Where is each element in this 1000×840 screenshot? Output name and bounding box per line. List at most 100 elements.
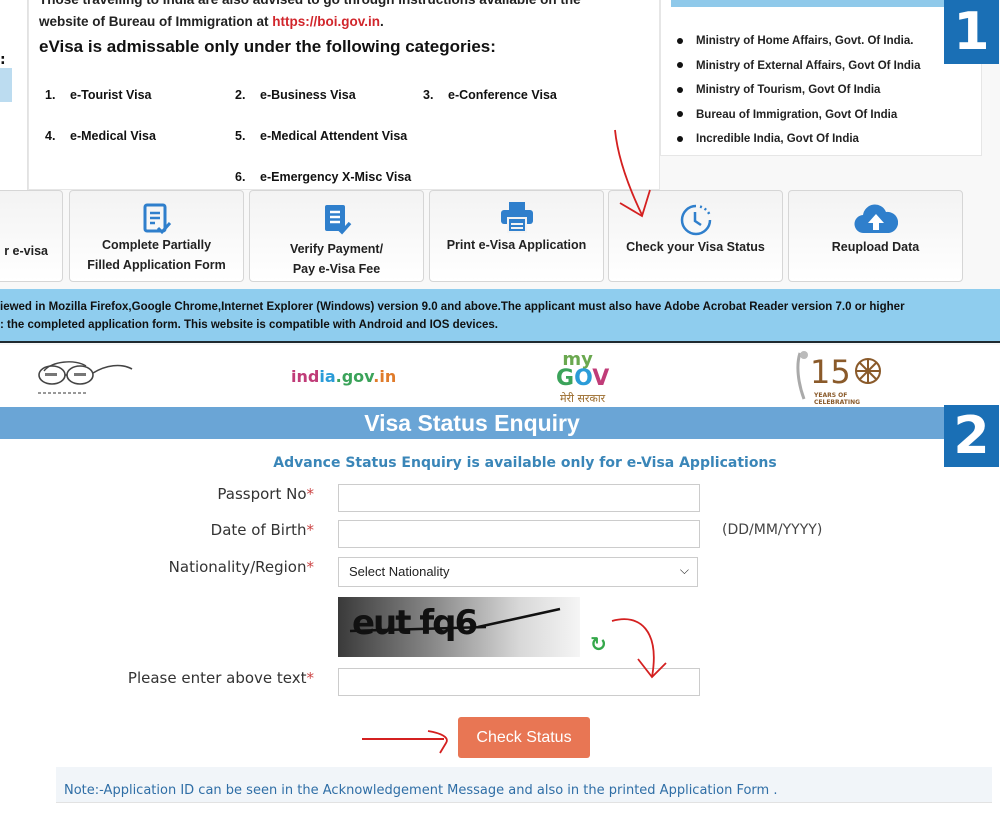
enquiry-subtitle: Advance Status Enquiry is available only… <box>273 455 777 471</box>
tile-label-line-1: Verify Payment/ <box>289 242 384 256</box>
clock-icon <box>609 203 782 237</box>
tile-apply-evisa[interactable]: r e-visa <box>0 190 63 282</box>
compat-text: iewed in Mozilla Firefox,Google Chrome,I… <box>0 298 990 334</box>
visa-status-enquiry-section: india.gov.in my GOV मेरी सरकार 15 YEARS O… <box>0 345 1000 840</box>
tile-label: Complete Partially Filled Application For… <box>74 235 239 275</box>
service-tiles: r e-visa Complete Partially Filled Applic… <box>0 190 1000 283</box>
related-link[interactable]: Ministry of Tourism, Govt Of India <box>677 84 921 109</box>
evisa-info-panel: Those travelling to India are also advis… <box>28 0 660 190</box>
tile-check-visa-status[interactable]: Check your Visa Status <box>608 190 783 282</box>
dob-label: Date of Birth* <box>211 521 314 539</box>
svg-text:CELEBRATING: CELEBRATING <box>814 399 860 405</box>
related-link[interactable]: Bureau of Immigration, Govt Of India <box>677 109 921 134</box>
captcha-input[interactable] <box>338 668 700 696</box>
tile-label: Check your Visa Status <box>626 240 765 254</box>
category-number: 3. <box>423 88 434 102</box>
step-badge-2: 2 <box>944 405 999 467</box>
bullet-icon <box>677 135 683 142</box>
application-id-note: Note:-Application ID can be seen in the … <box>56 767 992 803</box>
note-text: Note:-Application ID can be seen in the … <box>64 783 778 798</box>
required-mark: * <box>306 521 315 539</box>
related-link[interactable]: Incredible India, Govt Of India <box>677 133 921 158</box>
tile-label-line-2: Pay e-Visa Fee <box>292 262 381 276</box>
intro-line-1: Those travelling to India are also advis… <box>39 0 659 11</box>
related-link-label: Ministry of Tourism, Govt Of India <box>696 84 881 96</box>
category-number: 1. <box>45 88 56 102</box>
document-check-icon <box>70 203 243 237</box>
tile-label: Verify Payment/Pay e-Visa Fee <box>254 239 419 279</box>
category-label: e-Tourist Visa <box>70 88 152 102</box>
intro-line-2: website of Bureau of Immigration at http… <box>39 11 659 33</box>
cloud-upload-icon <box>789 203 962 237</box>
tile-complete-partial-form[interactable]: Complete Partially Filled Application For… <box>69 190 244 282</box>
page-title: Visa Status Enquiry <box>0 407 944 439</box>
captcha-label-text: Please enter above text <box>127 669 307 687</box>
bullet-icon <box>677 86 683 93</box>
partner-logos: india.gov.in my GOV मेरी सरकार 15 YEARS O… <box>0 345 1000 407</box>
tile-label: Print e-Visa Application <box>446 238 587 252</box>
check-status-button[interactable]: Check Status <box>458 717 590 758</box>
related-link[interactable]: Ministry of Home Affairs, Govt. Of India… <box>677 35 921 60</box>
category-label: e-Medical Attendent Visa <box>260 129 408 143</box>
intro-line-2-text: website of Bureau of Immigration at <box>39 14 273 29</box>
document-check-icon <box>250 203 423 237</box>
refresh-captcha-icon[interactable]: ↻ <box>590 632 607 656</box>
tile-verify-payment[interactable]: Verify Payment/Pay e-Visa Fee <box>249 190 424 282</box>
left-panel-stub: : <box>0 0 28 190</box>
boi-link[interactable]: https://boi.gov.in <box>272 14 380 29</box>
required-mark: * <box>306 558 315 576</box>
mygov-mid: GOV <box>556 366 610 391</box>
intro-text: Those travelling to India are also advis… <box>39 0 659 33</box>
passport-label: Passport No* <box>217 485 314 503</box>
tile-reupload-data[interactable]: Reupload Data <box>788 190 963 282</box>
related-link[interactable]: Ministry of External Affairs, Govt Of In… <box>677 60 921 85</box>
tile-label-line-2: Filled Application Form <box>87 258 226 272</box>
related-link-label: Incredible India, Govt Of India <box>696 133 859 145</box>
category-label: e-Medical Visa <box>70 129 156 143</box>
category-number: 4. <box>45 129 56 143</box>
category-label: e-Conference Visa <box>448 88 557 102</box>
category-number: 5. <box>235 129 246 143</box>
nationality-label: Nationality/Region* <box>169 558 314 576</box>
captcha-strike-line <box>349 607 561 633</box>
category-item: 5. e-Medical Attendent Visa <box>235 129 407 143</box>
category-item: 4. e-Medical Visa <box>45 129 156 143</box>
browser-compatibility-notice: iewed in Mozilla Firefox,Google Chrome,I… <box>0 289 1000 343</box>
svg-text:15: 15 <box>810 353 851 391</box>
bullet-icon <box>677 37 683 44</box>
passport-input[interactable] <box>338 484 700 512</box>
dob-input[interactable] <box>338 520 700 548</box>
tile-print-application[interactable]: Print e-Visa Application <box>429 190 604 282</box>
intro-line-2-suffix: . <box>380 14 384 29</box>
nationality-select[interactable]: Select Nationality ⌵ <box>338 557 698 587</box>
required-mark: * <box>306 669 315 687</box>
related-link-label: Bureau of Immigration, Govt Of India <box>696 108 898 121</box>
mygov-logo: my GOV मेरी सरकार <box>556 351 609 407</box>
svg-text:YEARS OF: YEARS OF <box>813 392 847 399</box>
category-label: e-Business Visa <box>260 88 356 102</box>
tile-label-line-1: Complete Partially <box>101 238 212 252</box>
category-item: 1. e-Tourist Visa <box>45 88 152 102</box>
category-item: 6. e-Emergency X-Misc Visa <box>235 170 411 184</box>
passport-label-text: Passport No <box>217 485 307 503</box>
step-badge-1: 1 <box>944 0 999 64</box>
left-panel-colon: : <box>0 52 6 68</box>
chevron-down-icon: ⌵ <box>679 563 689 577</box>
captcha-label: Please enter above text* <box>128 669 314 687</box>
evisa-home-section: : Those travelling to India are also adv… <box>0 0 1000 345</box>
required-mark: * <box>306 485 315 503</box>
mygov-hindi: मेरी सरकार <box>560 392 606 405</box>
related-links-panel: Ministry of Home Affairs, Govt. Of India… <box>660 0 982 156</box>
related-link-label: Ministry of Home Affairs, Govt. Of India… <box>696 35 914 47</box>
category-number: 2. <box>235 88 246 102</box>
category-item: 2. e-Business Visa <box>235 88 356 102</box>
related-link-label: Ministry of External Affairs, Govt Of In… <box>696 59 921 72</box>
category-item: 3. e-Conference Visa <box>423 88 557 102</box>
dob-label-text: Date of Birth <box>210 521 307 539</box>
category-label: e-Emergency X-Misc Visa <box>260 170 412 184</box>
category-number: 6. <box>235 170 246 184</box>
india-gov-logo: india.gov.in <box>291 367 397 386</box>
annotation-arrow-icon <box>362 730 448 754</box>
related-links-list: Ministry of Home Affairs, Govt. Of India… <box>677 35 921 158</box>
printer-icon <box>430 201 603 235</box>
